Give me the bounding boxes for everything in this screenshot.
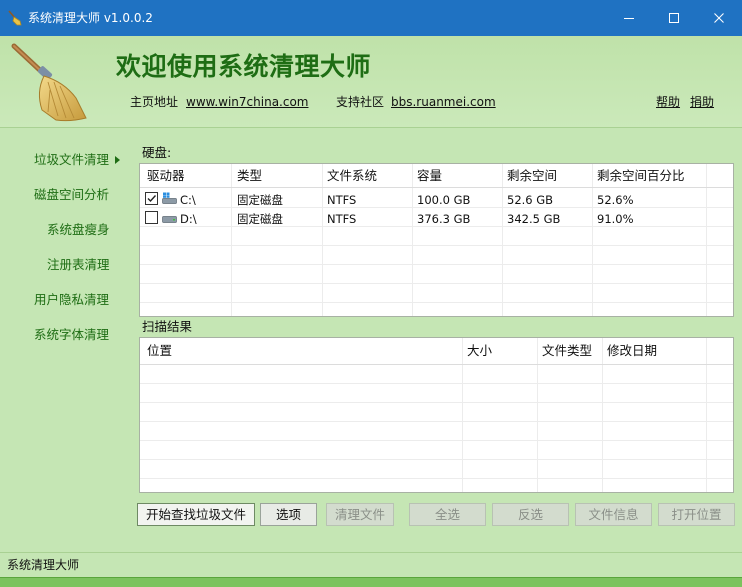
drive-letter: C:\ bbox=[180, 193, 196, 207]
status-text: 系统清理大师 bbox=[7, 558, 80, 572]
column-header-drive[interactable]: 驱动器 bbox=[147, 168, 185, 184]
sidebar-item-junk-clean[interactable]: 垃圾文件清理 bbox=[34, 152, 109, 168]
header-divider bbox=[0, 127, 742, 128]
invert-selection-button[interactable]: 反选 bbox=[492, 503, 569, 526]
results-table[interactable]: 位置 大小 文件类型 修改日期 bbox=[139, 337, 734, 493]
column-header-size[interactable]: 大小 bbox=[467, 343, 492, 359]
windows-drive-icon bbox=[162, 192, 177, 204]
row-line bbox=[140, 402, 733, 403]
donate-link[interactable]: 捐助 bbox=[690, 94, 714, 110]
homepage-label: 主页地址 bbox=[130, 95, 179, 109]
row-line bbox=[140, 459, 733, 460]
maximize-icon bbox=[669, 13, 679, 23]
row-line bbox=[140, 302, 733, 303]
status-divider bbox=[0, 552, 742, 553]
help-link[interactable]: 帮助 bbox=[656, 94, 680, 110]
checkmark-icon bbox=[147, 195, 157, 203]
close-icon bbox=[714, 13, 724, 23]
header-divider-line bbox=[140, 187, 733, 188]
row-line bbox=[140, 245, 733, 246]
community-link[interactable]: bbs.ruanmei.com bbox=[391, 94, 496, 110]
welcome-heading: 欢迎使用系统清理大师 bbox=[116, 52, 372, 81]
column-header-free[interactable]: 剩余空间 bbox=[507, 168, 557, 184]
drive-free-space: 52.6 GB bbox=[507, 193, 554, 207]
sidebar-item-system-slim[interactable]: 系统盘瘦身 bbox=[47, 222, 110, 238]
drive-filesystem: NTFS bbox=[327, 193, 357, 207]
select-all-button[interactable]: 全选 bbox=[409, 503, 486, 526]
drive-letter: D:\ bbox=[180, 212, 197, 226]
scan-button[interactable]: 开始查找垃圾文件 bbox=[137, 503, 255, 526]
row-line bbox=[140, 264, 733, 265]
column-header-modified-date[interactable]: 修改日期 bbox=[607, 343, 657, 359]
column-header-capacity[interactable]: 容量 bbox=[417, 168, 442, 184]
results-section-label: 扫描结果 bbox=[142, 319, 193, 334]
open-location-button[interactable]: 打开位置 bbox=[658, 503, 735, 526]
column-divider bbox=[706, 338, 707, 492]
row-line bbox=[140, 421, 733, 422]
minimize-icon bbox=[624, 18, 634, 19]
close-button[interactable] bbox=[696, 0, 742, 36]
drive-icon bbox=[162, 216, 177, 223]
drive-type: 固定磁盘 bbox=[237, 193, 283, 207]
row-line bbox=[140, 226, 733, 227]
window-title: 系统清理大师 v1.0.0.2 bbox=[28, 11, 153, 25]
row-line bbox=[140, 478, 733, 479]
broom-logo-icon bbox=[11, 43, 87, 122]
row-line bbox=[140, 283, 733, 284]
column-header-file-type[interactable]: 文件类型 bbox=[542, 343, 592, 359]
sidebar-item-disk-analysis[interactable]: 磁盘空间分析 bbox=[34, 187, 109, 203]
column-header-filesystem[interactable]: 文件系统 bbox=[327, 168, 377, 184]
sidebar-item-privacy-clean[interactable]: 用户隐私清理 bbox=[34, 292, 109, 308]
clean-files-button[interactable]: 清理文件 bbox=[326, 503, 394, 526]
status-bar bbox=[0, 577, 742, 587]
homepage-link[interactable]: www.win7china.com bbox=[186, 94, 308, 110]
title-bar: 系统清理大师 v1.0.0.2 bbox=[0, 0, 742, 36]
options-button[interactable]: 选项 bbox=[260, 503, 317, 526]
column-divider bbox=[537, 338, 538, 492]
row-line bbox=[140, 440, 733, 441]
drive-free-percent: 52.6% bbox=[597, 193, 634, 207]
disk-table[interactable]: 驱动器 类型 文件系统 容量 剩余空间 剩余空间百分比 C:\ 固定磁盘 NTF… bbox=[139, 163, 734, 317]
column-header-location[interactable]: 位置 bbox=[147, 343, 172, 359]
drive-free-percent: 91.0% bbox=[597, 212, 634, 226]
drive-type: 固定磁盘 bbox=[237, 212, 283, 226]
broom-icon bbox=[8, 10, 22, 26]
community-label: 支持社区 bbox=[336, 95, 385, 109]
header-banner: 欢迎使用系统清理大师 主页地址 www.win7china.com 支持社区 b… bbox=[0, 36, 742, 128]
row-line bbox=[140, 207, 733, 208]
column-divider bbox=[462, 338, 463, 492]
drive-d-checkbox[interactable] bbox=[145, 211, 158, 224]
row-line bbox=[140, 383, 733, 384]
file-info-button[interactable]: 文件信息 bbox=[575, 503, 652, 526]
drive-filesystem: NTFS bbox=[327, 212, 357, 226]
drive-c-checkbox[interactable] bbox=[145, 192, 158, 205]
disk-section-label: 硬盘: bbox=[142, 145, 172, 160]
drive-capacity: 100.0 GB bbox=[417, 193, 471, 207]
drive-capacity: 376.3 GB bbox=[417, 212, 471, 226]
minimize-button[interactable] bbox=[606, 0, 652, 36]
sidebar-item-font-clean[interactable]: 系统字体清理 bbox=[34, 327, 109, 343]
header-divider-line bbox=[140, 364, 733, 365]
column-divider bbox=[602, 338, 603, 492]
maximize-button[interactable] bbox=[651, 0, 697, 36]
active-arrow-icon bbox=[115, 156, 120, 164]
drive-free-space: 342.5 GB bbox=[507, 212, 561, 226]
column-header-type[interactable]: 类型 bbox=[237, 168, 262, 184]
column-header-free-percent[interactable]: 剩余空间百分比 bbox=[597, 168, 685, 184]
sidebar-item-registry-clean[interactable]: 注册表清理 bbox=[47, 257, 110, 273]
